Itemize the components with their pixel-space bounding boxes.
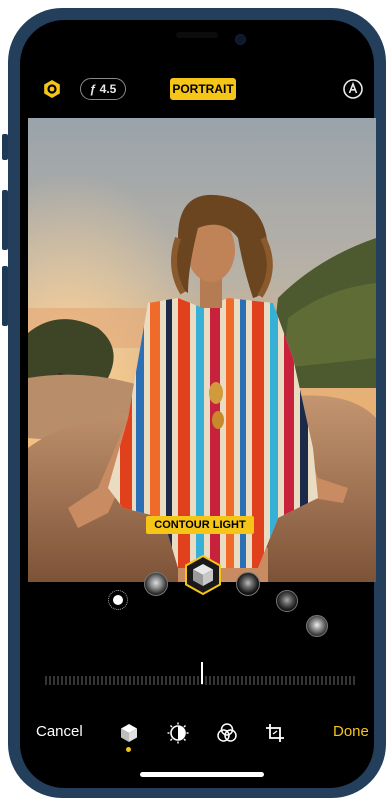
high-key-mono-option[interactable] <box>306 615 328 637</box>
lighting-effect-label: CONTOUR LIGHT <box>146 516 254 534</box>
aperture-button[interactable]: ƒ 4.5 <box>80 78 126 100</box>
stage-light-option[interactable] <box>236 572 260 596</box>
adjust-dial-icon[interactable] <box>167 722 189 744</box>
portrait-mode-badge: PORTRAIT <box>170 78 236 100</box>
front-camera <box>236 35 245 44</box>
portrait-photo[interactable] <box>28 118 376 582</box>
portrait-cube-icon[interactable] <box>118 722 140 744</box>
done-button[interactable]: Done <box>333 723 369 740</box>
studio-light-option[interactable] <box>144 572 168 596</box>
live-photo-icon[interactable] <box>40 78 64 100</box>
auto-enhance-icon[interactable] <box>342 78 364 100</box>
crop-icon[interactable] <box>264 722 286 744</box>
stage-light-mono-option[interactable] <box>276 590 298 612</box>
cancel-button[interactable]: Cancel <box>36 723 83 740</box>
contour-light-option[interactable] <box>183 554 223 596</box>
slider-center-marker[interactable] <box>201 662 203 684</box>
home-indicator <box>140 772 264 777</box>
active-tool-indicator <box>126 747 131 752</box>
intensity-slider[interactable] <box>44 668 356 690</box>
earpiece-speaker <box>176 32 218 38</box>
natural-light-option[interactable] <box>108 590 128 610</box>
top-bar: ƒ 4.5 PORTRAIT <box>20 78 374 102</box>
filters-icon[interactable] <box>216 722 238 744</box>
